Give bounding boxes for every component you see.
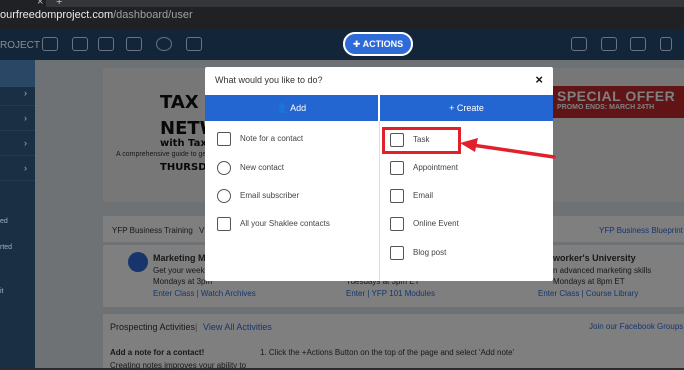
chevron-right-icon: › xyxy=(24,113,27,123)
tab-strip: × + xyxy=(0,0,684,8)
close-icon[interactable]: × xyxy=(535,72,543,87)
chevron-right-icon: › xyxy=(24,88,27,98)
contact-icon xyxy=(217,161,231,175)
create-online-event-item[interactable]: Online Event xyxy=(390,213,540,235)
sidebar-text-2[interactable]: rted xyxy=(0,244,12,251)
sidebar-text-3[interactable]: it xyxy=(0,288,4,295)
pointer-arrow-icon xyxy=(460,138,556,159)
add-note-item[interactable]: Note for a contact xyxy=(217,128,367,150)
calendar-icon xyxy=(390,161,404,175)
add-user-icon: 👤 xyxy=(276,103,289,113)
tab-create[interactable]: + Create xyxy=(380,95,553,121)
sidebar-text-1[interactable]: ed xyxy=(0,218,8,225)
shaklee-contacts-item[interactable]: All your Shaklee contacts xyxy=(217,213,377,235)
header-backdrop xyxy=(0,29,684,60)
actions-button-focused[interactable]: ✚ ACTIONS xyxy=(343,32,413,56)
envelope-icon xyxy=(390,189,404,203)
new-tab-icon[interactable]: + xyxy=(56,0,62,8)
tab-close-icon[interactable]: × xyxy=(37,0,43,8)
chevron-right-icon: › xyxy=(24,163,27,173)
blog-icon xyxy=(390,246,404,260)
sidebar-item-3[interactable]: › xyxy=(0,131,35,156)
tab-add[interactable]: 👤 Add xyxy=(205,95,378,121)
actions-modal: What would you like to do? × 👤 Add + Cre… xyxy=(205,67,553,281)
chevron-right-icon: › xyxy=(24,138,27,148)
modal-title: What would you like to do? xyxy=(215,75,323,85)
create-email-item[interactable]: Email xyxy=(390,185,540,207)
event-icon xyxy=(390,217,404,231)
address-book-icon xyxy=(217,217,231,231)
create-blog-post-item[interactable]: Blog post xyxy=(390,242,540,264)
sidebar-item-1[interactable]: › xyxy=(0,81,35,106)
add-subscriber-item[interactable]: Email subscriber xyxy=(217,185,367,207)
modal-divider xyxy=(379,121,380,281)
sidebar-item-2[interactable]: › xyxy=(0,106,35,131)
url-text[interactable]: ourfreedomproject.com/dashboard/user xyxy=(0,9,193,21)
subscriber-icon xyxy=(217,189,231,203)
task-highlight-box xyxy=(382,127,461,154)
sidebar-item-4[interactable]: › xyxy=(0,156,35,181)
add-contact-item[interactable]: New contact xyxy=(217,157,367,179)
note-icon xyxy=(217,132,231,146)
